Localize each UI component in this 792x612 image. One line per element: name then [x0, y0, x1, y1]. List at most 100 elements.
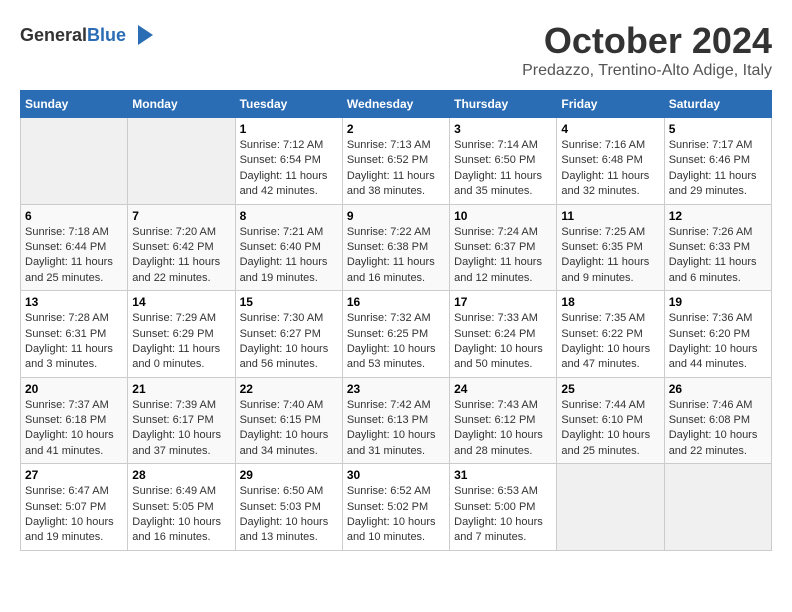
calendar-cell: 2 Sunrise: 7:13 AMSunset: 6:52 PMDaylight… — [342, 118, 449, 205]
day-info: Sunrise: 7:22 AMSunset: 6:38 PMDaylight:… — [347, 225, 445, 287]
calendar-cell — [557, 464, 664, 551]
day-number: 5 — [669, 122, 767, 136]
month-title: October 2024 — [522, 20, 772, 62]
calendar-header: Sunday Monday Tuesday Wednesday Thursday… — [21, 91, 772, 118]
day-number: 21 — [132, 382, 230, 396]
day-number: 17 — [454, 295, 552, 309]
col-thursday: Thursday — [450, 91, 557, 118]
day-number: 18 — [561, 295, 659, 309]
calendar-week-4: 20Sunrise: 7:37 AMSunset: 6:18 PMDayligh… — [21, 377, 772, 464]
calendar-cell: 27Sunrise: 6:47 AMSunset: 5:07 PMDayligh… — [21, 464, 128, 551]
title-area: October 2024 Predazzo, Trentino-Alto Adi… — [522, 20, 772, 80]
day-number: 14 — [132, 295, 230, 309]
day-info: Sunrise: 7:28 AMSunset: 6:31 PMDaylight:… — [25, 311, 123, 373]
day-number: 22 — [240, 382, 338, 396]
calendar-week-3: 13 Sunrise: 7:28 AMSunset: 6:31 PMDayligh… — [21, 291, 772, 378]
calendar-week-2: 6 Sunrise: 7:18 AMSunset: 6:44 PMDaylight… — [21, 204, 772, 291]
col-wednesday: Wednesday — [342, 91, 449, 118]
day-info: Sunrise: 7:39 AMSunset: 6:17 PMDaylight:… — [132, 398, 230, 460]
day-info: Sunrise: 7:26 AMSunset: 6:33 PMDaylight:… — [669, 225, 767, 287]
col-saturday: Saturday — [664, 91, 771, 118]
day-info: Sunrise: 7:42 AMSunset: 6:13 PMDaylight:… — [347, 398, 445, 460]
day-info: Sunrise: 7:25 AMSunset: 6:35 PMDaylight:… — [561, 225, 659, 287]
header-row: Sunday Monday Tuesday Wednesday Thursday… — [21, 91, 772, 118]
day-info: Sunrise: 7:37 AMSunset: 6:18 PMDaylight:… — [25, 398, 123, 460]
day-number: 19 — [669, 295, 767, 309]
calendar-cell — [21, 118, 128, 205]
col-tuesday: Tuesday — [235, 91, 342, 118]
col-sunday: Sunday — [21, 91, 128, 118]
day-number: 10 — [454, 209, 552, 223]
day-number: 13 — [25, 295, 123, 309]
day-number: 26 — [669, 382, 767, 396]
day-number: 30 — [347, 468, 445, 482]
day-info: Sunrise: 7:43 AMSunset: 6:12 PMDaylight:… — [454, 398, 552, 460]
day-info: Sunrise: 7:36 AMSunset: 6:20 PMDaylight:… — [669, 311, 767, 373]
logo-icon — [128, 20, 158, 50]
day-info: Sunrise: 7:24 AMSunset: 6:37 PMDaylight:… — [454, 225, 552, 287]
day-number: 28 — [132, 468, 230, 482]
calendar-cell: 14 Sunrise: 7:29 AMSunset: 6:29 PMDayligh… — [128, 291, 235, 378]
day-number: 3 — [454, 122, 552, 136]
calendar-cell: 18 Sunrise: 7:35 AMSunset: 6:22 PMDayligh… — [557, 291, 664, 378]
calendar-table: Sunday Monday Tuesday Wednesday Thursday… — [20, 90, 772, 551]
day-number: 8 — [240, 209, 338, 223]
calendar-week-5: 27Sunrise: 6:47 AMSunset: 5:07 PMDayligh… — [21, 464, 772, 551]
day-number: 1 — [240, 122, 338, 136]
day-number: 4 — [561, 122, 659, 136]
location-title: Predazzo, Trentino-Alto Adige, Italy — [522, 62, 772, 80]
calendar-week-1: 1 Sunrise: 7:12 AMSunset: 6:54 PMDaylight… — [21, 118, 772, 205]
logo-general-text: GeneralBlue — [20, 25, 126, 46]
calendar-cell: 1 Sunrise: 7:12 AMSunset: 6:54 PMDaylight… — [235, 118, 342, 205]
calendar-cell: 16Sunrise: 7:32 AMSunset: 6:25 PMDayligh… — [342, 291, 449, 378]
col-friday: Friday — [557, 91, 664, 118]
calendar-cell: 10 Sunrise: 7:24 AMSunset: 6:37 PMDayligh… — [450, 204, 557, 291]
calendar-cell: 3 Sunrise: 7:14 AMSunset: 6:50 PMDaylight… — [450, 118, 557, 205]
day-number: 2 — [347, 122, 445, 136]
day-info: Sunrise: 7:21 AMSunset: 6:40 PMDaylight:… — [240, 225, 338, 287]
day-info: Sunrise: 7:40 AMSunset: 6:15 PMDaylight:… — [240, 398, 338, 460]
calendar-cell: 20Sunrise: 7:37 AMSunset: 6:18 PMDayligh… — [21, 377, 128, 464]
calendar-cell: 29 Sunrise: 6:50 AMSunset: 5:03 PMDayligh… — [235, 464, 342, 551]
page-header: GeneralBlue October 2024 Predazzo, Trent… — [20, 20, 772, 80]
day-info: Sunrise: 7:44 AMSunset: 6:10 PMDaylight:… — [561, 398, 659, 460]
calendar-cell: 22 Sunrise: 7:40 AMSunset: 6:15 PMDayligh… — [235, 377, 342, 464]
day-info: Sunrise: 7:29 AMSunset: 6:29 PMDaylight:… — [132, 311, 230, 373]
day-info: Sunrise: 7:17 AMSunset: 6:46 PMDaylight:… — [669, 138, 767, 200]
day-info: Sunrise: 6:50 AMSunset: 5:03 PMDaylight:… — [240, 484, 338, 546]
day-info: Sunrise: 6:52 AMSunset: 5:02 PMDaylight:… — [347, 484, 445, 546]
calendar-cell: 31Sunrise: 6:53 AMSunset: 5:00 PMDayligh… — [450, 464, 557, 551]
calendar-cell: 21 Sunrise: 7:39 AMSunset: 6:17 PMDayligh… — [128, 377, 235, 464]
calendar-cell: 6 Sunrise: 7:18 AMSunset: 6:44 PMDaylight… — [21, 204, 128, 291]
calendar-cell: 24Sunrise: 7:43 AMSunset: 6:12 PMDayligh… — [450, 377, 557, 464]
calendar-body: 1 Sunrise: 7:12 AMSunset: 6:54 PMDaylight… — [21, 118, 772, 551]
day-number: 7 — [132, 209, 230, 223]
day-info: Sunrise: 7:33 AMSunset: 6:24 PMDaylight:… — [454, 311, 552, 373]
day-info: Sunrise: 7:12 AMSunset: 6:54 PMDaylight:… — [240, 138, 338, 200]
calendar-cell: 7 Sunrise: 7:20 AMSunset: 6:42 PMDaylight… — [128, 204, 235, 291]
day-number: 31 — [454, 468, 552, 482]
logo-text-blue: Blue — [87, 25, 126, 45]
day-info: Sunrise: 7:35 AMSunset: 6:22 PMDaylight:… — [561, 311, 659, 373]
day-number: 29 — [240, 468, 338, 482]
day-info: Sunrise: 7:30 AMSunset: 6:27 PMDaylight:… — [240, 311, 338, 373]
calendar-cell: 25 Sunrise: 7:44 AMSunset: 6:10 PMDayligh… — [557, 377, 664, 464]
calendar-cell: 8 Sunrise: 7:21 AMSunset: 6:40 PMDaylight… — [235, 204, 342, 291]
day-number: 25 — [561, 382, 659, 396]
day-info: Sunrise: 7:14 AMSunset: 6:50 PMDaylight:… — [454, 138, 552, 200]
day-info: Sunrise: 7:20 AMSunset: 6:42 PMDaylight:… — [132, 225, 230, 287]
calendar-cell: 28Sunrise: 6:49 AMSunset: 5:05 PMDayligh… — [128, 464, 235, 551]
calendar-cell: 17 Sunrise: 7:33 AMSunset: 6:24 PMDayligh… — [450, 291, 557, 378]
day-number: 12 — [669, 209, 767, 223]
col-monday: Monday — [128, 91, 235, 118]
day-info: Sunrise: 7:18 AMSunset: 6:44 PMDaylight:… — [25, 225, 123, 287]
day-info: Sunrise: 7:16 AMSunset: 6:48 PMDaylight:… — [561, 138, 659, 200]
day-info: Sunrise: 7:13 AMSunset: 6:52 PMDaylight:… — [347, 138, 445, 200]
day-number: 6 — [25, 209, 123, 223]
day-info: Sunrise: 7:46 AMSunset: 6:08 PMDaylight:… — [669, 398, 767, 460]
day-number: 23 — [347, 382, 445, 396]
calendar-cell: 5 Sunrise: 7:17 AMSunset: 6:46 PMDaylight… — [664, 118, 771, 205]
calendar-cell: 12 Sunrise: 7:26 AMSunset: 6:33 PMDayligh… — [664, 204, 771, 291]
day-number: 9 — [347, 209, 445, 223]
calendar-cell: 9 Sunrise: 7:22 AMSunset: 6:38 PMDaylight… — [342, 204, 449, 291]
